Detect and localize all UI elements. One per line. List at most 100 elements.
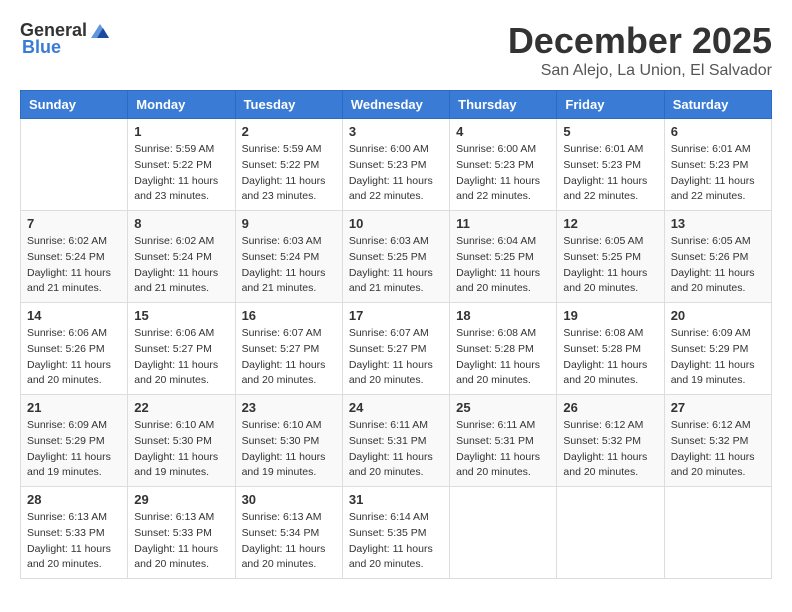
day-info: Sunrise: 6:14 AMSunset: 5:35 PMDaylight:… xyxy=(349,510,443,573)
calendar-week-row: 1 Sunrise: 5:59 AMSunset: 5:22 PMDaylight… xyxy=(21,119,772,211)
calendar-cell: 12 Sunrise: 6:05 AMSunset: 5:25 PMDayligh… xyxy=(557,211,664,303)
location-title: San Alejo, La Union, El Salvador xyxy=(508,62,772,80)
day-number: 20 xyxy=(671,308,765,323)
calendar-cell: 24 Sunrise: 6:11 AMSunset: 5:31 PMDayligh… xyxy=(342,395,449,487)
calendar-cell xyxy=(557,487,664,579)
day-number: 1 xyxy=(134,124,228,139)
day-header-tuesday: Tuesday xyxy=(235,91,342,119)
day-info: Sunrise: 5:59 AMSunset: 5:22 PMDaylight:… xyxy=(242,142,336,205)
day-number: 30 xyxy=(242,492,336,507)
day-info: Sunrise: 6:12 AMSunset: 5:32 PMDaylight:… xyxy=(563,418,657,481)
day-header-saturday: Saturday xyxy=(664,91,771,119)
day-header-monday: Monday xyxy=(128,91,235,119)
day-number: 21 xyxy=(27,400,121,415)
day-info: Sunrise: 6:11 AMSunset: 5:31 PMDaylight:… xyxy=(456,418,550,481)
day-number: 13 xyxy=(671,216,765,231)
day-info: Sunrise: 6:10 AMSunset: 5:30 PMDaylight:… xyxy=(242,418,336,481)
day-info: Sunrise: 5:59 AMSunset: 5:22 PMDaylight:… xyxy=(134,142,228,205)
calendar-cell: 1 Sunrise: 5:59 AMSunset: 5:22 PMDaylight… xyxy=(128,119,235,211)
calendar-cell: 13 Sunrise: 6:05 AMSunset: 5:26 PMDayligh… xyxy=(664,211,771,303)
day-number: 18 xyxy=(456,308,550,323)
page-header: General Blue December 2025 San Alejo, La… xyxy=(20,20,772,80)
day-info: Sunrise: 6:07 AMSunset: 5:27 PMDaylight:… xyxy=(242,326,336,389)
day-number: 12 xyxy=(563,216,657,231)
day-number: 28 xyxy=(27,492,121,507)
calendar-cell: 6Sunrise: 6:01 AMSunset: 5:23 PMDaylight… xyxy=(664,119,771,211)
day-number: 10 xyxy=(349,216,443,231)
day-number: 16 xyxy=(242,308,336,323)
day-number: 2 xyxy=(242,124,336,139)
day-number: 27 xyxy=(671,400,765,415)
day-number: 23 xyxy=(242,400,336,415)
day-number: 3 xyxy=(349,124,443,139)
calendar-cell: 21 Sunrise: 6:09 AMSunset: 5:29 PMDayligh… xyxy=(21,395,128,487)
calendar-cell: 29Sunrise: 6:13 AMSunset: 5:33 PMDayligh… xyxy=(128,487,235,579)
day-info: Sunrise: 6:04 AMSunset: 5:25 PMDaylight:… xyxy=(456,234,550,297)
calendar-cell: 31Sunrise: 6:14 AMSunset: 5:35 PMDayligh… xyxy=(342,487,449,579)
calendar-cell xyxy=(21,119,128,211)
day-number: 15 xyxy=(134,308,228,323)
day-info: Sunrise: 6:12 AMSunset: 5:32 PMDaylight:… xyxy=(671,418,765,481)
logo-icon xyxy=(89,22,111,40)
calendar-cell: 19 Sunrise: 6:08 AMSunset: 5:28 PMDayligh… xyxy=(557,303,664,395)
day-info: Sunrise: 6:08 AMSunset: 5:28 PMDaylight:… xyxy=(563,326,657,389)
day-header-friday: Friday xyxy=(557,91,664,119)
calendar-cell: 30 Sunrise: 6:13 AMSunset: 5:34 PMDayligh… xyxy=(235,487,342,579)
day-number: 22 xyxy=(134,400,228,415)
calendar-cell: 16 Sunrise: 6:07 AMSunset: 5:27 PMDayligh… xyxy=(235,303,342,395)
calendar-cell: 23 Sunrise: 6:10 AMSunset: 5:30 PMDayligh… xyxy=(235,395,342,487)
day-number: 19 xyxy=(563,308,657,323)
day-info: Sunrise: 6:13 AMSunset: 5:33 PMDaylight:… xyxy=(134,510,228,573)
day-info: Sunrise: 6:10 AMSunset: 5:30 PMDaylight:… xyxy=(134,418,228,481)
calendar-cell: 28 Sunrise: 6:13 AMSunset: 5:33 PMDayligh… xyxy=(21,487,128,579)
day-info: Sunrise: 6:13 AMSunset: 5:33 PMDaylight:… xyxy=(27,510,121,573)
day-number: 7 xyxy=(27,216,121,231)
day-info: Sunrise: 6:03 AMSunset: 5:24 PMDaylight:… xyxy=(242,234,336,297)
day-info: Sunrise: 6:13 AMSunset: 5:34 PMDaylight:… xyxy=(242,510,336,573)
day-info: Sunrise: 6:11 AMSunset: 5:31 PMDaylight:… xyxy=(349,418,443,481)
day-header-thursday: Thursday xyxy=(450,91,557,119)
calendar-cell: 17Sunrise: 6:07 AMSunset: 5:27 PMDayligh… xyxy=(342,303,449,395)
day-number: 24 xyxy=(349,400,443,415)
day-info: Sunrise: 6:02 AMSunset: 5:24 PMDaylight:… xyxy=(134,234,228,297)
day-info: Sunrise: 6:05 AMSunset: 5:26 PMDaylight:… xyxy=(671,234,765,297)
day-info: Sunrise: 6:09 AMSunset: 5:29 PMDaylight:… xyxy=(27,418,121,481)
day-number: 25 xyxy=(456,400,550,415)
day-header-sunday: Sunday xyxy=(21,91,128,119)
calendar-cell: 20 Sunrise: 6:09 AMSunset: 5:29 PMDayligh… xyxy=(664,303,771,395)
day-number: 17 xyxy=(349,308,443,323)
calendar-cell: 11 Sunrise: 6:04 AMSunset: 5:25 PMDayligh… xyxy=(450,211,557,303)
day-info: Sunrise: 6:08 AMSunset: 5:28 PMDaylight:… xyxy=(456,326,550,389)
calendar-header-row: SundayMondayTuesdayWednesdayThursdayFrid… xyxy=(21,91,772,119)
calendar-cell: 7Sunrise: 6:02 AMSunset: 5:24 PMDaylight… xyxy=(21,211,128,303)
day-info: Sunrise: 6:01 AMSunset: 5:23 PMDaylight:… xyxy=(563,142,657,205)
calendar-cell: 2 Sunrise: 5:59 AMSunset: 5:22 PMDaylight… xyxy=(235,119,342,211)
calendar-cell: 10Sunrise: 6:03 AMSunset: 5:25 PMDayligh… xyxy=(342,211,449,303)
day-info: Sunrise: 6:01 AMSunset: 5:23 PMDaylight:… xyxy=(671,142,765,205)
day-number: 8 xyxy=(134,216,228,231)
calendar-cell: 18 Sunrise: 6:08 AMSunset: 5:28 PMDayligh… xyxy=(450,303,557,395)
calendar-cell xyxy=(450,487,557,579)
day-number: 14 xyxy=(27,308,121,323)
calendar-cell xyxy=(664,487,771,579)
day-number: 5 xyxy=(563,124,657,139)
logo: General Blue xyxy=(20,20,111,58)
day-number: 9 xyxy=(242,216,336,231)
calendar-cell: 27 Sunrise: 6:12 AMSunset: 5:32 PMDayligh… xyxy=(664,395,771,487)
day-info: Sunrise: 6:06 AMSunset: 5:26 PMDaylight:… xyxy=(27,326,121,389)
calendar-cell: 9 Sunrise: 6:03 AMSunset: 5:24 PMDaylight… xyxy=(235,211,342,303)
day-info: Sunrise: 6:09 AMSunset: 5:29 PMDaylight:… xyxy=(671,326,765,389)
calendar-cell: 8 Sunrise: 6:02 AMSunset: 5:24 PMDaylight… xyxy=(128,211,235,303)
calendar-cell: 22 Sunrise: 6:10 AMSunset: 5:30 PMDayligh… xyxy=(128,395,235,487)
calendar-cell: 15Sunrise: 6:06 AMSunset: 5:27 PMDayligh… xyxy=(128,303,235,395)
calendar-cell: 3Sunrise: 6:00 AMSunset: 5:23 PMDaylight… xyxy=(342,119,449,211)
day-number: 26 xyxy=(563,400,657,415)
month-title: December 2025 xyxy=(508,20,772,62)
day-number: 11 xyxy=(456,216,550,231)
day-info: Sunrise: 6:05 AMSunset: 5:25 PMDaylight:… xyxy=(563,234,657,297)
calendar-week-row: 28 Sunrise: 6:13 AMSunset: 5:33 PMDayligh… xyxy=(21,487,772,579)
calendar-cell: 5 Sunrise: 6:01 AMSunset: 5:23 PMDaylight… xyxy=(557,119,664,211)
day-header-wednesday: Wednesday xyxy=(342,91,449,119)
logo-blue: Blue xyxy=(22,37,61,58)
calendar-cell: 14 Sunrise: 6:06 AMSunset: 5:26 PMDayligh… xyxy=(21,303,128,395)
